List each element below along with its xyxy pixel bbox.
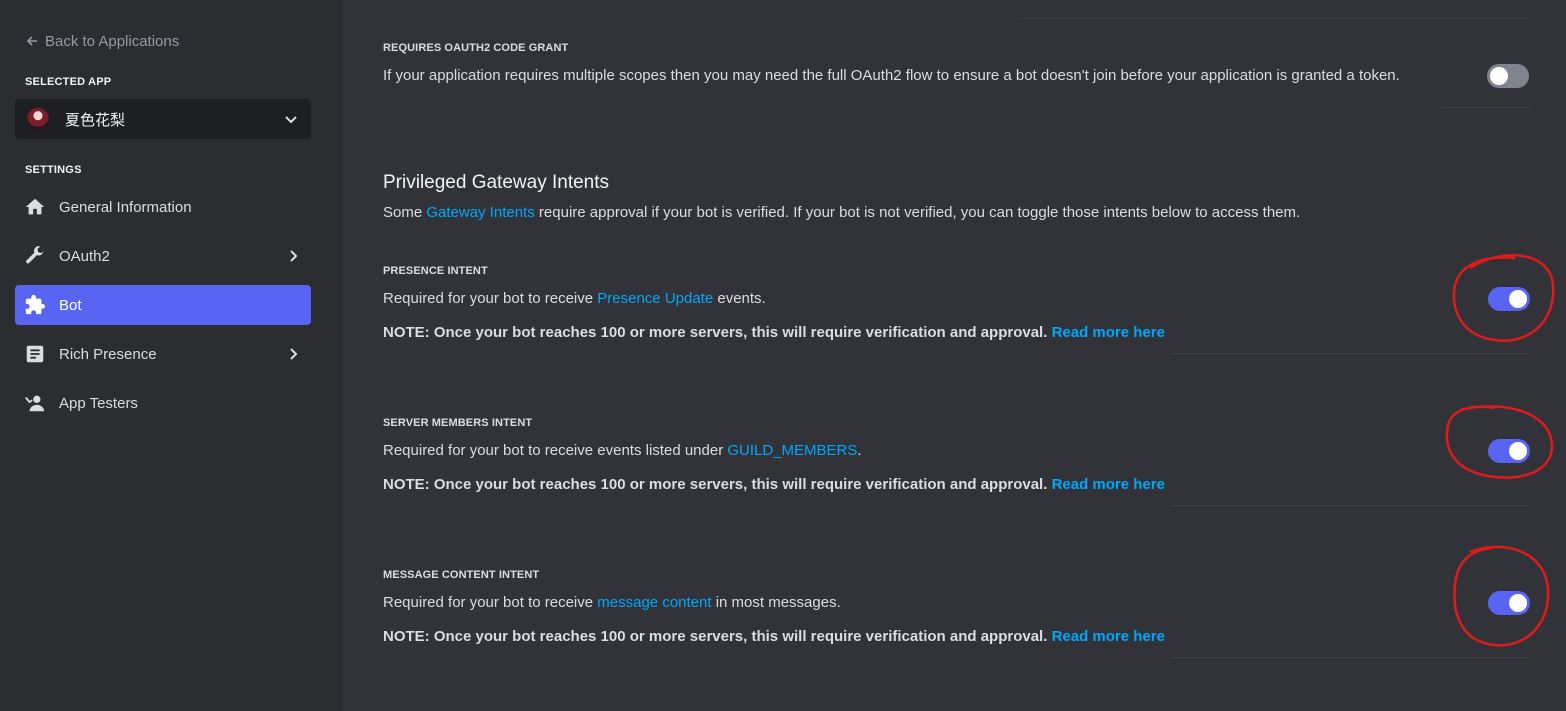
desc-suffix: require approval if your bot is verified… [534, 204, 1301, 221]
sidebar-item-label: Rich Presence [59, 345, 157, 363]
presence-intent-description: Required for your bot to receive Presenc… [383, 290, 766, 307]
document-icon [23, 342, 47, 366]
arrow-left-icon [26, 36, 37, 46]
message-content-intent-toggle[interactable] [1488, 591, 1530, 615]
sidebar-item-label: App Testers [59, 394, 138, 412]
desc-prefix: Some [383, 204, 427, 221]
toggle-knob [1509, 442, 1527, 460]
sidebar-item-app-testers[interactable]: App Testers [15, 383, 311, 423]
selected-app-label: SELECTED APP [25, 76, 112, 88]
message-content-intent-note: NOTE: Once your bot reaches 100 or more … [383, 628, 1165, 645]
note-text: NOTE: Once your bot reaches 100 or more … [383, 628, 1052, 645]
presence-intent-title: PRESENCE INTENT [383, 265, 488, 277]
divider [1172, 353, 1530, 354]
note-text: NOTE: Once your bot reaches 100 or more … [383, 476, 1052, 493]
sidebar-item-general-information[interactable]: General Information [15, 187, 311, 227]
privileged-intents-heading: Privileged Gateway Intents [383, 172, 610, 193]
person-icon [23, 391, 47, 415]
sidebar-item-oauth2[interactable]: OAuth2 [15, 236, 311, 276]
chevron-down-icon [285, 116, 297, 124]
chevron-right-icon [290, 250, 298, 262]
toggle-knob [1490, 67, 1508, 85]
presence-update-link[interactable]: Presence Update [597, 290, 713, 307]
settings-label: SETTINGS [25, 164, 82, 176]
toggle-knob [1509, 594, 1527, 612]
desc-suffix: . [857, 442, 862, 459]
wrench-icon [23, 244, 47, 268]
divider [1172, 657, 1530, 658]
desc-prefix: Required for your bot to receive events … [383, 442, 728, 459]
app-name: 夏色花梨 [65, 111, 126, 129]
divider [1172, 505, 1530, 506]
puzzle-icon [23, 293, 47, 317]
app-selector[interactable]: 夏色花梨 [15, 99, 311, 139]
gateway-intents-link[interactable]: Gateway Intents [426, 204, 534, 221]
desc-suffix: events. [713, 290, 766, 307]
divider [1020, 18, 1530, 19]
guild-members-link[interactable]: GUILD_MEMBERS [727, 442, 857, 459]
divider [1441, 107, 1530, 108]
oauth2-grant-description: If your application requires multiple sc… [383, 67, 1400, 84]
sidebar-item-label: OAuth2 [59, 247, 110, 265]
oauth2-grant-toggle[interactable] [1487, 64, 1529, 88]
message-content-link[interactable]: message content [597, 594, 711, 611]
desc-prefix: Required for your bot to receive [383, 290, 598, 307]
app-avatar [27, 108, 49, 130]
presence-intent-toggle[interactable] [1488, 287, 1530, 311]
message-content-intent-description: Required for your bot to receive message… [383, 594, 841, 611]
server-members-intent-note: NOTE: Once your bot reaches 100 or more … [383, 476, 1165, 493]
server-members-intent-toggle[interactable] [1488, 439, 1530, 463]
sidebar-item-rich-presence[interactable]: Rich Presence [15, 334, 311, 374]
note-text: NOTE: Once your bot reaches 100 or more … [383, 324, 1052, 341]
sidebar: Back to Applications SELECTED APP 夏色花梨 S… [0, 0, 343, 711]
main-content: REQUIRES OAUTH2 CODE GRANT If your appli… [343, 0, 1566, 711]
back-to-applications-link[interactable]: Back to Applications [25, 31, 179, 51]
oauth2-grant-title: REQUIRES OAUTH2 CODE GRANT [383, 42, 569, 54]
privileged-intents-description: Some Gateway Intents require approval if… [383, 204, 1300, 221]
desc-suffix: in most messages. [711, 594, 841, 611]
toggle-knob [1509, 290, 1527, 308]
read-more-link[interactable]: Read more here [1052, 628, 1165, 645]
server-members-intent-description: Required for your bot to receive events … [383, 442, 862, 459]
sidebar-item-label: Bot [59, 296, 82, 314]
presence-intent-note: NOTE: Once your bot reaches 100 or more … [383, 324, 1165, 341]
server-members-intent-title: SERVER MEMBERS INTENT [383, 417, 533, 429]
read-more-link[interactable]: Read more here [1052, 476, 1165, 493]
chevron-right-icon [290, 348, 298, 360]
back-link-label: Back to Applications [45, 32, 180, 50]
sidebar-item-label: General Information [59, 198, 192, 216]
message-content-intent-title: MESSAGE CONTENT INTENT [383, 569, 540, 581]
desc-prefix: Required for your bot to receive [383, 594, 598, 611]
read-more-link[interactable]: Read more here [1052, 324, 1165, 341]
sidebar-item-bot[interactable]: Bot [15, 285, 311, 325]
home-icon [23, 195, 47, 219]
